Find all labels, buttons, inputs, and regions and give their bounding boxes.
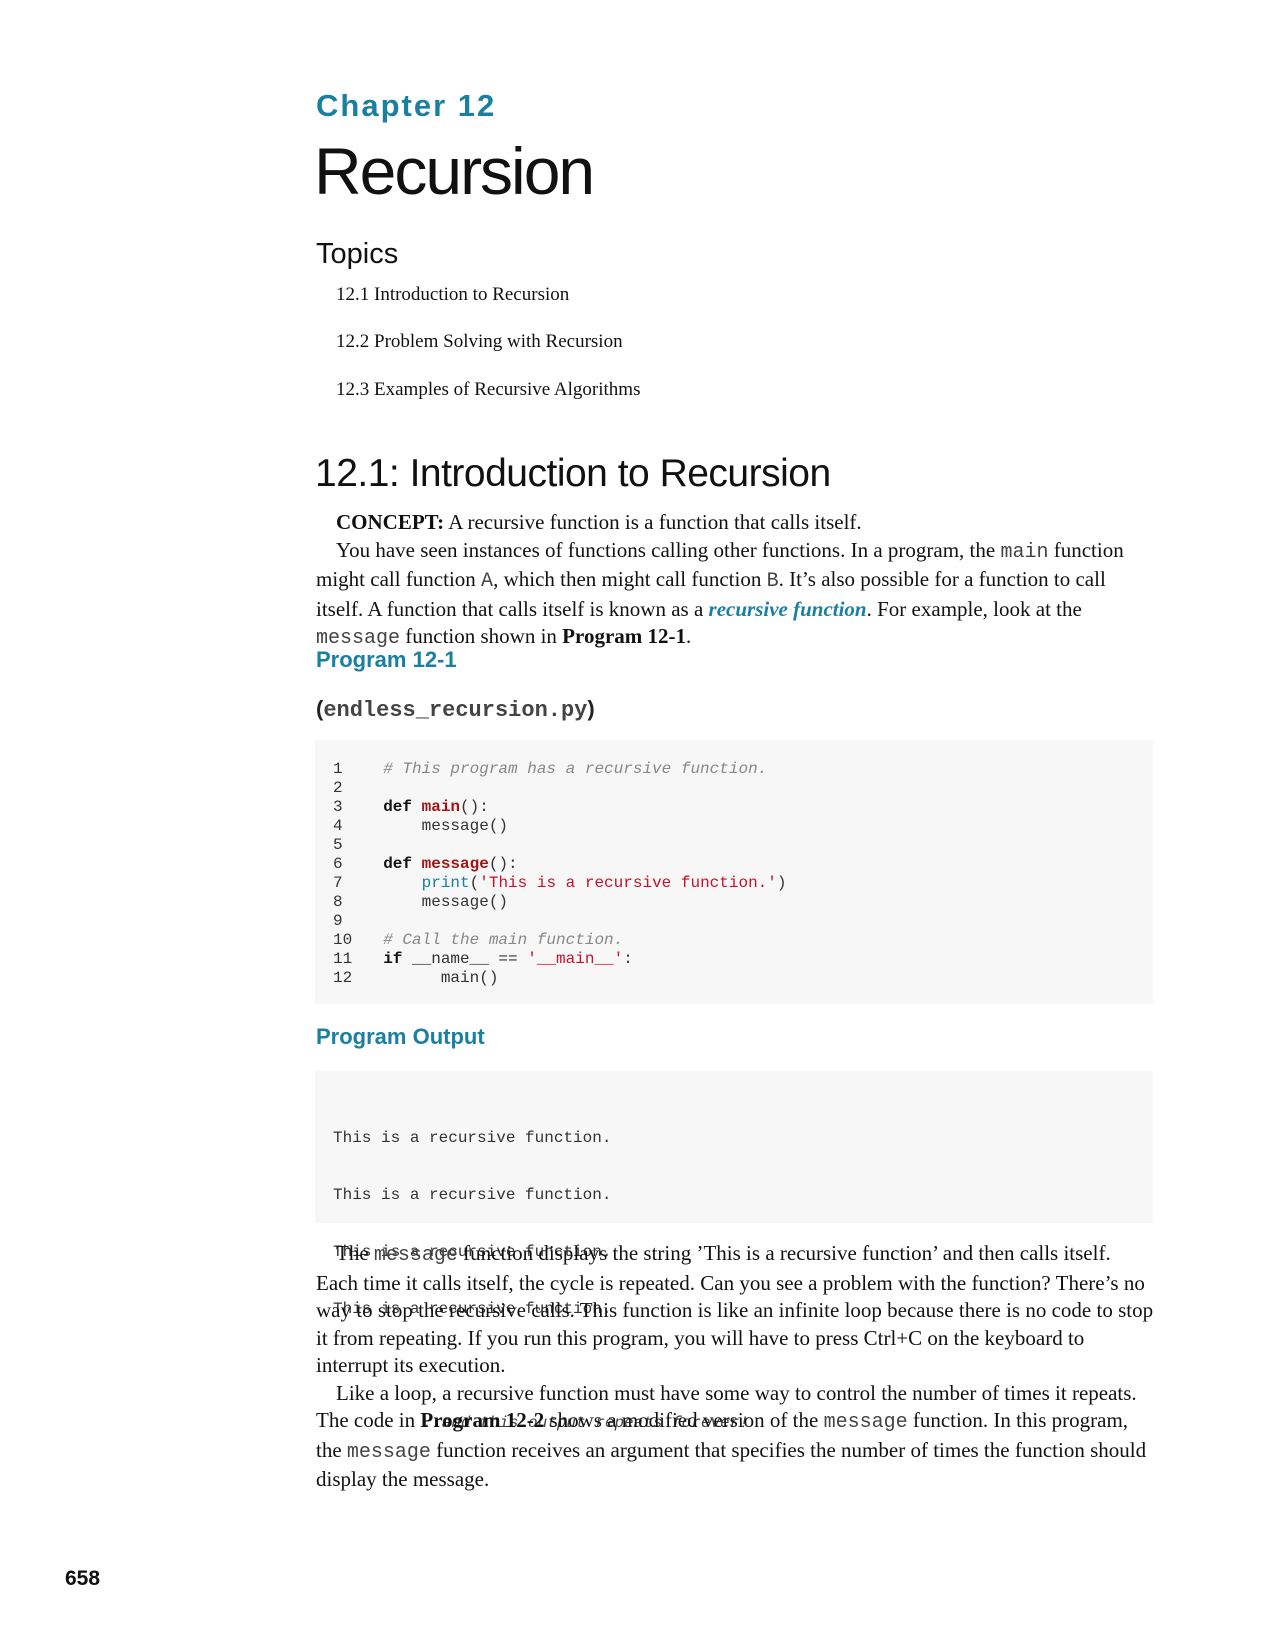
filename-text: endless_recursion.py <box>323 698 588 723</box>
code-string: 'This is a recursive function.' <box>479 874 777 892</box>
code-line: 3 def main(): <box>333 798 787 817</box>
output-heading: Program Output <box>316 1024 485 1049</box>
program-heading: Program 12-1 <box>316 647 457 672</box>
chapter-title: Recursion <box>314 134 595 208</box>
page-number: 658 <box>65 1567 101 1590</box>
body-paragraph: Like a loop, a recursive function must h… <box>316 1380 1156 1494</box>
code-keyword: def <box>383 855 413 873</box>
code-term: message <box>346 1440 431 1464</box>
code-term: B <box>766 570 779 593</box>
code-line: 8 message() <box>333 893 787 912</box>
code-line: 2 <box>333 779 787 798</box>
code-keyword: def <box>383 798 413 816</box>
code-function-name: message <box>421 855 489 873</box>
concept-statement: CONCEPT: A recursive function is a funct… <box>316 509 1156 537</box>
code-punctuation: ) <box>776 874 787 892</box>
code-function-name: main <box>421 798 461 816</box>
line-number: 3 <box>333 798 343 816</box>
code-builtin: print <box>421 874 470 892</box>
output-line: This is a recursive function. <box>333 1129 612 1147</box>
code-punctuation: : <box>623 950 633 968</box>
code-punctuation: ( <box>469 874 480 892</box>
code-line: 7 print('This is a recursive function.') <box>333 874 787 893</box>
code-text: (): <box>460 798 489 816</box>
code-line: 10 # Call the main function. <box>333 931 787 950</box>
code-term: message <box>373 1244 458 1267</box>
glossary-term: recursive function <box>708 596 867 621</box>
topic-item: 12.3 Examples of Recursive Algorithms <box>336 379 641 400</box>
code-line: 11 if __name__ == '__main__': <box>333 950 787 969</box>
topic-item: 12.2 Problem Solving with Recursion <box>336 331 623 352</box>
line-number: 10 <box>333 931 353 949</box>
line-number: 6 <box>333 855 343 873</box>
line-number: 12 <box>333 969 353 987</box>
code-comment: # This program has a recursive function. <box>383 760 768 778</box>
line-number: 4 <box>333 817 343 835</box>
text-run: function receives an argument that speci… <box>316 1437 1147 1492</box>
line-number: 11 <box>333 950 353 968</box>
text-run: You have seen instances of functions cal… <box>336 537 1001 562</box>
code-line: 4 message() <box>333 817 787 836</box>
program-reference: Program 12-1 <box>562 624 686 648</box>
line-number: 7 <box>333 874 343 892</box>
program-filename: (endless_recursion.py) <box>316 696 595 723</box>
code-line: 6 def message(): <box>333 855 787 874</box>
text-run: . For example, look at the <box>866 596 1082 621</box>
section-heading: 12.1: Introduction to Recursion <box>315 452 831 495</box>
line-number: 9 <box>333 912 343 930</box>
code-listing: 1 # This program has a recursive functio… <box>315 740 1153 1004</box>
code-string: '__main__' <box>527 950 624 968</box>
body-paragraph: The message function displays the string… <box>316 1240 1156 1380</box>
line-number: 2 <box>333 779 343 797</box>
concept-label: CONCEPT: <box>336 510 445 534</box>
code-comment: # Call the main function. <box>383 931 624 949</box>
program-output: This is a recursive function. This is a … <box>315 1071 1153 1432</box>
text-run: shows a modified version of the <box>544 1408 824 1432</box>
code-line: 9 <box>333 912 787 931</box>
concept-text: A recursive function is a function that … <box>444 510 862 534</box>
topics-heading: Topics <box>316 238 399 270</box>
book-page: Chapter 12 Recursion Topics 12.1 Introdu… <box>0 0 1275 1632</box>
chapter-label: Chapter 12 <box>316 88 497 123</box>
code-term: A <box>481 570 494 593</box>
body-text: The message function displays the string… <box>316 1240 1156 1494</box>
code-text: (): <box>488 855 518 873</box>
line-number: 8 <box>333 893 343 911</box>
intro-paragraph: You have seen instances of functions cal… <box>316 537 1156 653</box>
text-run: function shown in <box>400 624 563 648</box>
line-number: 1 <box>333 760 343 778</box>
output-line: This is a recursive function. <box>333 1186 612 1204</box>
code-text: message() <box>421 893 509 911</box>
paren: ) <box>587 696 595 721</box>
code-line: 1 # This program has a recursive functio… <box>333 760 787 779</box>
code-text: message() <box>421 817 509 835</box>
line-number: 5 <box>333 836 343 854</box>
intro-text: CONCEPT: A recursive function is a funct… <box>316 509 1156 653</box>
code-line: 12 main() <box>333 969 787 988</box>
code-keyword: if <box>383 950 403 968</box>
text-run: The <box>336 1241 374 1265</box>
code-text: main() <box>421 969 499 987</box>
code-term: message <box>823 1411 908 1434</box>
text-run: . <box>686 624 692 648</box>
text-run: , which then might call function <box>493 567 767 591</box>
program-reference: Program 12-2 <box>420 1408 545 1432</box>
code-text: __name__ == <box>402 950 528 968</box>
code-term: main <box>1000 540 1049 564</box>
topic-item: 12.1 Introduction to Recursion <box>336 284 570 305</box>
code-line: 5 <box>333 836 787 855</box>
code-lines: 1 # This program has a recursive functio… <box>333 760 787 988</box>
